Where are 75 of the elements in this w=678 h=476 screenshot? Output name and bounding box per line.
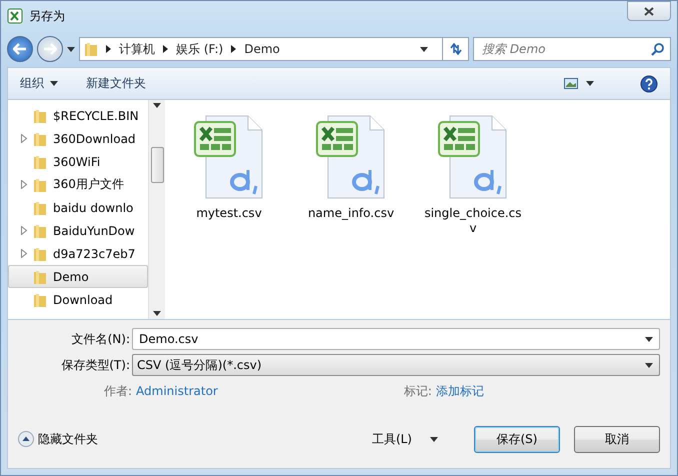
folder-icon <box>33 154 47 170</box>
triangle-icon <box>163 45 168 53</box>
filetype-label: 保存类型(T): <box>60 356 131 374</box>
folder-tree-item[interactable]: Download <box>8 288 148 311</box>
folder-tree-item[interactable]: d9a723c7eb7 <box>8 242 148 265</box>
filetype-dropdown[interactable]: CSV (逗号分隔)(*.csv) <box>132 354 660 376</box>
folder-tree-item[interactable]: Demo <box>8 265 148 288</box>
filename-field[interactable]: Demo.csv <box>137 331 645 347</box>
spreadsheet-file-icon <box>316 114 386 200</box>
folder-icon <box>33 292 47 308</box>
folder-tree-item[interactable]: 360WiFi <box>8 150 148 173</box>
caret-icon <box>50 81 58 86</box>
dialog-button[interactable]: 取消 <box>574 426 660 452</box>
search-icon <box>651 42 664 56</box>
breadcrumb[interactable]: Demo <box>244 42 280 56</box>
collapse-icon <box>18 431 34 447</box>
folder-icon <box>33 176 47 192</box>
folder-icon <box>33 222 47 238</box>
address-bar[interactable]: 计算机 娱乐 (F:) Demo <box>79 37 469 61</box>
spreadsheet-app-icon <box>7 8 23 24</box>
view-caret-icon <box>586 81 594 86</box>
close-icon <box>644 6 654 16</box>
breadcrumb[interactable]: 计算机 <box>119 40 155 58</box>
file-item[interactable]: single_choice.csv <box>423 114 523 236</box>
help-icon[interactable] <box>640 74 658 92</box>
triangle-icon <box>106 45 111 53</box>
back-button[interactable] <box>7 36 33 62</box>
organize-button[interactable]: 组织 <box>20 75 58 92</box>
folder-tree-item[interactable]: $RECYCLE.BIN <box>8 104 148 127</box>
folder-icon <box>33 246 47 262</box>
file-item[interactable]: name_info.csv <box>301 114 401 221</box>
triangle-icon <box>231 45 236 53</box>
scrollbar-thumb[interactable] <box>150 146 164 182</box>
new-folder-button[interactable]: 新建文件夹 <box>86 75 146 92</box>
scroll-down-icon <box>153 311 161 316</box>
spreadsheet-file-icon <box>438 114 508 200</box>
folder-tree-item[interactable]: BaiduYunDow <box>8 219 148 242</box>
search-box[interactable]: 搜索 Demo <box>473 37 671 61</box>
hide-folders-button[interactable]: 隐藏文件夹 <box>18 430 98 448</box>
add-tags-link[interactable]: 添加标记 <box>436 382 484 400</box>
expand-arrow-icon[interactable] <box>21 226 27 235</box>
refresh-icon[interactable] <box>448 43 462 55</box>
dropdown-caret-icon <box>420 46 428 52</box>
expand-arrow-icon[interactable] <box>21 249 27 258</box>
view-icon[interactable] <box>564 78 578 89</box>
folder-icon <box>33 268 47 284</box>
file-item[interactable]: mytest.csv <box>179 114 279 221</box>
expand-arrow-icon[interactable] <box>21 180 27 189</box>
folder-tree-item[interactable]: 360Download <box>8 127 148 150</box>
filename-label: 文件名(N): <box>70 330 131 348</box>
filename-caret-icon <box>645 336 653 342</box>
forward-button[interactable] <box>37 36 63 62</box>
caret-icon <box>430 436 438 442</box>
folder-icon <box>33 108 47 124</box>
window-title: 另存为 <box>29 8 65 24</box>
history-caret-icon <box>67 46 75 52</box>
close-button[interactable] <box>627 1 671 21</box>
author-label: 作者: <box>104 382 132 400</box>
filename-combo-box[interactable]: Demo.csv <box>132 328 660 350</box>
right-arrow-icon <box>43 43 57 55</box>
scrollbar[interactable] <box>148 100 165 319</box>
expand-arrow-icon[interactable] <box>21 134 27 143</box>
folder-icon <box>33 130 47 146</box>
tags-label: 标记: <box>404 382 432 400</box>
dialog-button[interactable]: 保存(S) <box>474 426 560 452</box>
tools-button[interactable]: 工具(L) <box>366 430 444 448</box>
left-arrow-icon <box>13 43 27 55</box>
spreadsheet-file-icon <box>194 114 264 200</box>
folder-icon <box>33 200 47 216</box>
folder-icon <box>84 41 98 57</box>
breadcrumb[interactable]: 娱乐 (F:) <box>176 40 224 58</box>
folder-tree-item[interactable]: 360用户文件 <box>8 173 148 196</box>
folder-tree-item[interactable]: baidu downlo <box>8 196 148 219</box>
author-link[interactable]: Administrator <box>136 384 218 398</box>
caret-icon <box>645 362 653 368</box>
